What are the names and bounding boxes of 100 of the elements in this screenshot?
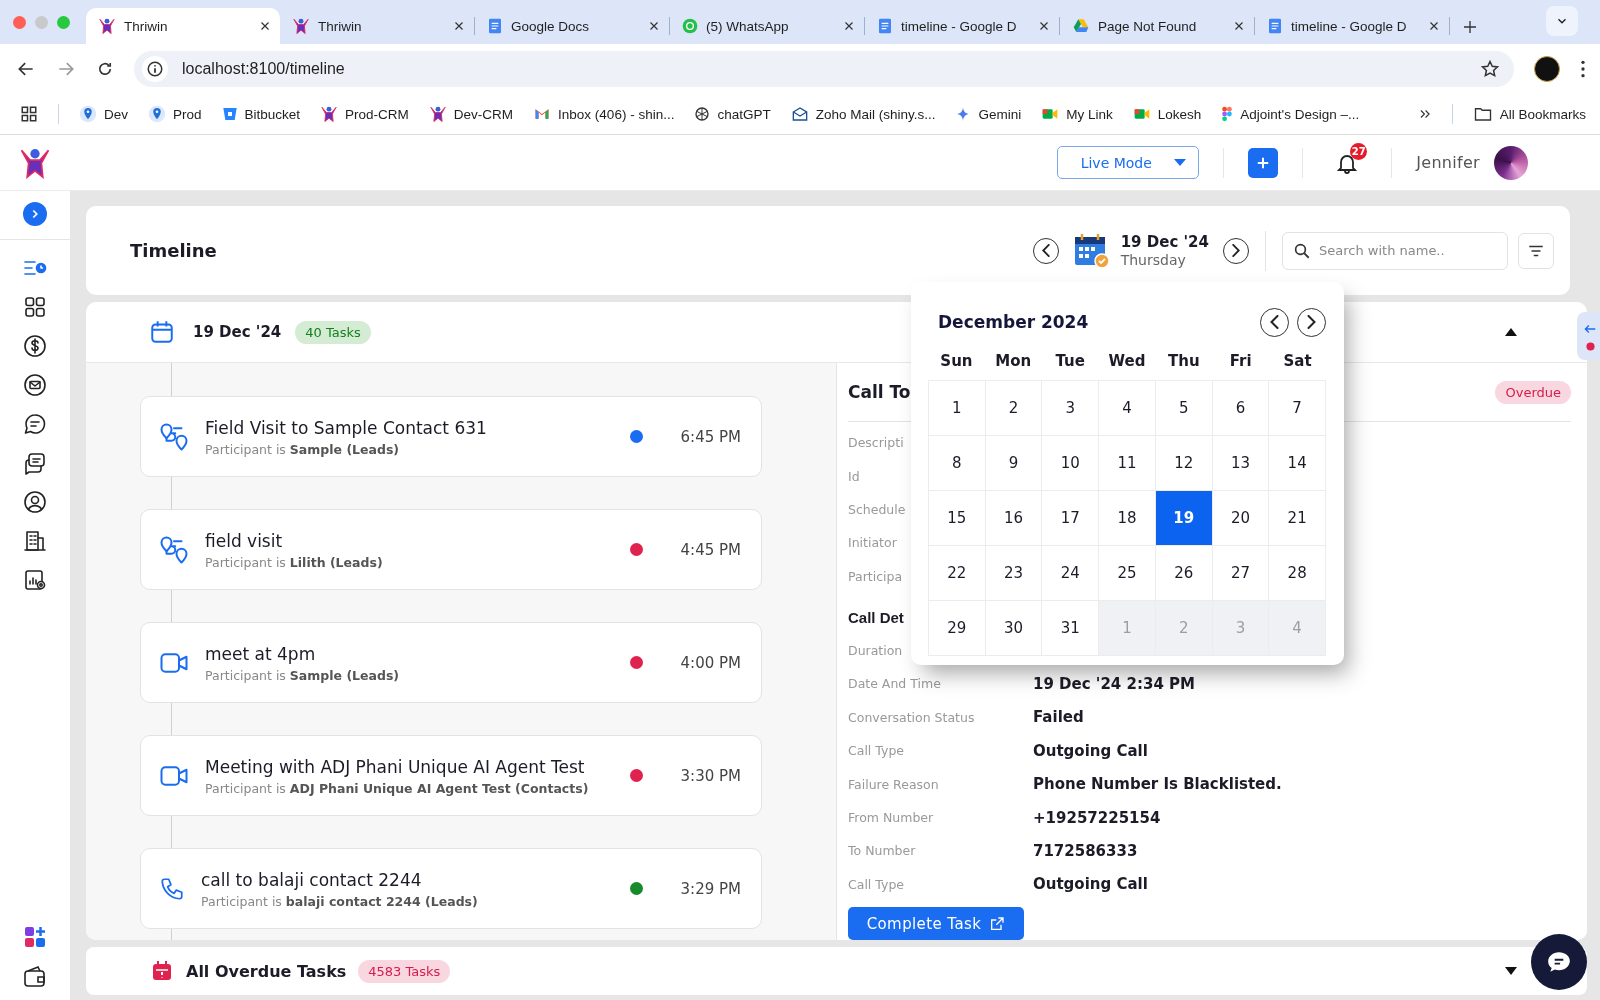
- bookmark[interactable]: Lokesh: [1132, 106, 1202, 122]
- calendar-day[interactable]: 10: [1042, 436, 1100, 491]
- task-card[interactable]: Field Visit to Sample Contact 631 Participant is Sample (Leads) 6:45 PM: [140, 396, 762, 477]
- bookmark[interactable]: All Bookmarks: [1472, 105, 1586, 123]
- close-icon[interactable]: [1233, 20, 1245, 32]
- calendar-day[interactable]: 9: [985, 436, 1043, 491]
- calendar-day[interactable]: 13: [1212, 436, 1270, 491]
- calendar-day[interactable]: 16: [985, 491, 1043, 546]
- browser-tab[interactable]: Thriwin: [280, 8, 474, 44]
- close-icon[interactable]: [648, 20, 660, 32]
- apps-grid-icon[interactable]: [20, 105, 38, 123]
- apps-add-icon[interactable]: [23, 925, 47, 949]
- bookmark[interactable]: Inbox (406) - shin...: [533, 106, 675, 122]
- search-field[interactable]: Search with name..: [1282, 231, 1508, 270]
- calendar-day[interactable]: 28: [1269, 546, 1326, 601]
- browser-tab[interactable]: timeline - Google D: [1255, 8, 1449, 44]
- calendar-day[interactable]: 20: [1212, 491, 1270, 546]
- calendar-day[interactable]: 8: [929, 436, 986, 491]
- field-value: Phone Number Is Blacklisted.: [1033, 775, 1282, 794]
- browser-tab[interactable]: Thriwin: [86, 8, 280, 44]
- field-label: Id: [848, 468, 860, 484]
- calendar-day[interactable]: 21: [1269, 491, 1326, 546]
- task-card[interactable]: call to balaji contact 2244 Participant is balaji contact 2244 (Leads) 3:29 PM: [140, 848, 762, 929]
- previous-month-button[interactable]: [1260, 307, 1289, 337]
- avatar[interactable]: [1494, 145, 1528, 180]
- browser-tab[interactable]: Google Docs: [475, 8, 669, 44]
- add-button[interactable]: [1248, 147, 1279, 178]
- chevron-right-icon: [1232, 244, 1240, 257]
- calendar-day[interactable]: 30: [985, 601, 1043, 656]
- collapse-button[interactable]: [1505, 328, 1517, 336]
- more-vertical-icon[interactable]: [1580, 59, 1586, 79]
- calendar-day[interactable]: 27: [1212, 546, 1270, 601]
- task-card[interactable]: meet at 4pm Participant is Sample (Leads) 4:00 PM: [140, 622, 762, 703]
- bookmark[interactable]: Adjoint's Design –...: [1221, 105, 1360, 123]
- calendar-day[interactable]: 15: [929, 491, 986, 546]
- close-icon[interactable]: [453, 20, 465, 32]
- notification-bell[interactable]: 27: [1327, 142, 1368, 183]
- calendar-day[interactable]: 12: [1155, 436, 1213, 491]
- calendar-day[interactable]: 17: [1042, 491, 1100, 546]
- chat-bubble-icon: [1546, 949, 1572, 975]
- calendar-day[interactable]: 4: [1099, 381, 1156, 436]
- bookmark[interactable]: Dev: [79, 105, 128, 123]
- calendar-day[interactable]: 26: [1155, 546, 1213, 601]
- filter-button[interactable]: [1518, 232, 1554, 269]
- building-icon: [23, 529, 47, 553]
- calendar-day[interactable]: 24: [1042, 546, 1100, 601]
- calendar-day[interactable]: 31: [1042, 601, 1100, 656]
- star-icon[interactable]: [1480, 59, 1500, 79]
- next-month-button[interactable]: [1297, 307, 1326, 337]
- calendar-day[interactable]: 5: [1155, 381, 1213, 436]
- calendar-day[interactable]: 3: [1042, 381, 1100, 436]
- bookmark[interactable]: Gemini: [955, 106, 1022, 122]
- browser-tab[interactable]: Page Not Found: [1060, 8, 1254, 44]
- close-icon[interactable]: [1038, 20, 1050, 32]
- expand-button[interactable]: [1505, 967, 1517, 975]
- calendar-day[interactable]: 22: [929, 546, 986, 601]
- plus-icon[interactable]: [1462, 19, 1478, 35]
- task-card[interactable]: Meeting with ADJ Phani Unique AI Agent Test Participant is ADJ Phani Unique AI Agent Test (Contacts) 3:30 PM: [140, 735, 762, 816]
- bookmark[interactable]: Prod-CRM: [320, 105, 409, 123]
- user-name: Jennifer: [1416, 153, 1480, 172]
- bookmark[interactable]: chatGPT: [694, 106, 771, 122]
- calendar-day[interactable]: 23: [985, 546, 1043, 601]
- address-bar[interactable]: localhost:8100/timeline: [134, 51, 1514, 87]
- task-count-badge: 40 Tasks: [295, 320, 371, 344]
- browser-tab[interactable]: (5) WhatsApp: [670, 8, 864, 44]
- wallet-icon[interactable]: [23, 965, 47, 989]
- mode-dropdown[interactable]: Live Mode: [1057, 146, 1200, 179]
- weekday-header: Sat: [1282, 352, 1313, 370]
- bookmark[interactable]: Dev-CRM: [428, 105, 514, 123]
- calendar-day[interactable]: 1: [929, 381, 986, 436]
- calendar-day[interactable]: 14: [1269, 436, 1326, 491]
- calendar-day[interactable]: 29: [929, 601, 986, 656]
- bookmark[interactable]: Zoho Mail (shiny.s...: [790, 106, 936, 122]
- close-icon[interactable]: [843, 20, 855, 32]
- next-day-button[interactable]: [1223, 237, 1249, 264]
- task-time: 3:29 PM: [679, 879, 741, 898]
- previous-day-button[interactable]: [1032, 237, 1059, 264]
- complete-task-button[interactable]: Complete Task: [848, 907, 1024, 940]
- mail-icon: [23, 373, 47, 397]
- close-icon[interactable]: [1428, 20, 1440, 32]
- bookmark[interactable]: Bitbucket: [221, 106, 301, 122]
- browser-tab[interactable]: timeline - Google D: [865, 8, 1059, 44]
- task-card[interactable]: field visit Participant is Lilith (Leads) 4:45 PM: [140, 509, 762, 590]
- knot-icon: [694, 106, 711, 122]
- calendar-day[interactable]: 7: [1269, 381, 1326, 436]
- calendar-day[interactable]: 6: [1212, 381, 1270, 436]
- calendar-day[interactable]: 19: [1155, 491, 1213, 546]
- expand-sidebar-button[interactable]: [23, 202, 47, 226]
- figure-logo-icon: [292, 17, 310, 35]
- bookmark[interactable]: Prod: [148, 105, 202, 123]
- close-icon[interactable]: [259, 20, 271, 32]
- profile-avatar[interactable]: [1534, 56, 1560, 82]
- calendar-day[interactable]: 25: [1099, 546, 1156, 601]
- task-time: 4:00 PM: [679, 653, 741, 672]
- side-panel-tab[interactable]: [1577, 312, 1600, 360]
- reload-icon[interactable]: [96, 60, 114, 78]
- calendar-day[interactable]: 11: [1099, 436, 1156, 491]
- calendar-day[interactable]: 18: [1099, 491, 1156, 546]
- calendar-day[interactable]: 2: [985, 381, 1043, 436]
- bookmark[interactable]: My Link: [1041, 106, 1113, 122]
